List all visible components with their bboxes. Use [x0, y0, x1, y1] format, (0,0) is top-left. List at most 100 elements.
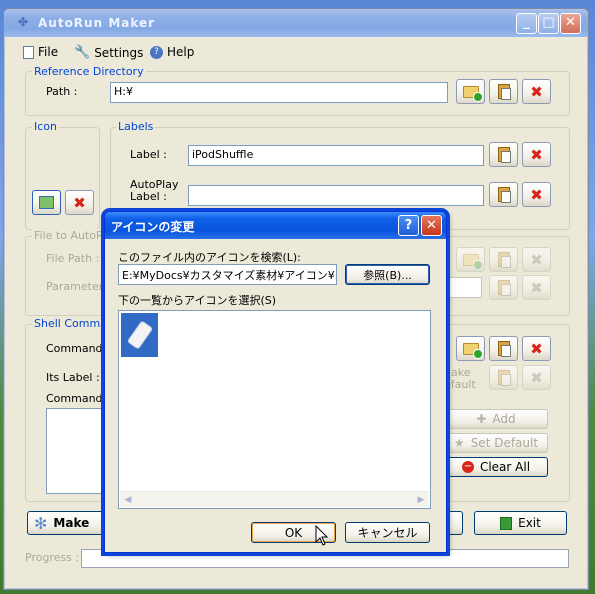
ipod-shuffle-icon [126, 320, 153, 350]
exit-icon [500, 516, 513, 530]
autoplay-clear-button[interactable]: ✖ [522, 182, 551, 207]
delete-icon: ✖ [530, 278, 543, 297]
horizontal-scrollbar[interactable]: ◀ ▶ [120, 491, 429, 507]
maximize-button[interactable]: □ [538, 13, 559, 34]
command-listbox[interactable] [46, 408, 108, 494]
close-button[interactable]: ✕ [560, 13, 581, 34]
dialog-title: アイコンの変更 [111, 220, 195, 234]
menu-settings[interactable]: 🔧 Settings [74, 45, 143, 60]
command-paste-button[interactable] [489, 336, 518, 361]
delete-icon: ✖ [73, 193, 86, 212]
progress-label: Progress : [25, 551, 80, 564]
file-clear-button[interactable]: ✖ [522, 247, 551, 272]
command-label: Command : [46, 342, 110, 355]
paste-icon [497, 341, 511, 357]
its-label-label: Its Label : [46, 371, 100, 384]
label-label: Label : [130, 148, 167, 161]
exit-button[interactable]: Exit [474, 511, 567, 535]
make-label: Make [53, 516, 90, 530]
label-clear-button[interactable]: ✖ [522, 142, 551, 167]
parameters-input[interactable] [444, 277, 482, 298]
delete-icon: ✖ [530, 145, 543, 164]
icon-clear-button[interactable]: ✖ [65, 190, 94, 215]
command-clear-button[interactable]: ✖ [522, 336, 551, 361]
delete-icon: ✖ [530, 339, 543, 358]
icon-list-item[interactable] [121, 313, 158, 357]
path-input[interactable]: H:¥ [110, 82, 448, 103]
search-file-label: このファイル内のアイコンを検索(L): [118, 251, 301, 264]
app-icon: ✤ [18, 15, 29, 29]
labels-group-title: Labels [116, 120, 156, 133]
path-paste-button[interactable] [489, 79, 518, 104]
paste-icon [497, 187, 511, 203]
scroll-right-arrow[interactable]: ▶ [413, 492, 429, 508]
dialog-help-button[interactable]: ? [398, 215, 419, 236]
delete-icon: ✖ [530, 368, 543, 387]
path-label: Path : [46, 85, 78, 98]
menu-file-label: File [38, 45, 59, 59]
icon-change-button[interactable] [32, 190, 61, 215]
paste-icon [497, 84, 511, 100]
path-browse-button[interactable] [456, 79, 485, 104]
delete-icon: ✖ [530, 82, 543, 101]
scroll-left-arrow[interactable]: ◀ [120, 492, 136, 508]
no-entry-icon: − [461, 461, 474, 473]
command-list-label: Command L [46, 392, 113, 405]
icon-group-title: Icon [32, 120, 59, 133]
browse-label: 参照(B)... [363, 268, 412, 282]
main-titlebar[interactable]: ✤ AutoRun Maker _ □ ✕ [4, 9, 588, 37]
file-to-autorun-title: File to AutoRu [32, 229, 113, 242]
reference-directory-title: Reference Directory [32, 65, 146, 78]
star-icon: ★ [453, 436, 465, 450]
cancel-button[interactable]: キャンセル [345, 522, 430, 543]
mouse-cursor-icon [315, 525, 329, 546]
icon-list-label: 下の一覧からアイコンを選択(S) [118, 294, 277, 307]
document-icon [23, 45, 34, 59]
param-paste-button[interactable] [489, 275, 518, 300]
dialog-titlebar[interactable]: アイコンの変更 ? ✕ [105, 212, 446, 239]
its-label-paste-button[interactable] [489, 365, 518, 390]
picture-icon [39, 196, 54, 209]
wrench-icon: 🔧 [74, 45, 91, 60]
browse-button[interactable]: 参照(B)... [345, 264, 430, 285]
command-browse-button[interactable] [456, 336, 485, 361]
paste-icon [497, 252, 511, 268]
folder-add-icon [462, 342, 483, 359]
add-label: Add [492, 412, 516, 426]
delete-icon: ✖ [530, 250, 543, 269]
autoplay-label-input[interactable] [188, 185, 484, 206]
label-input[interactable]: iPodShuffle [188, 145, 484, 166]
menu-file[interactable]: File [23, 45, 58, 59]
menu-help-label: Help [167, 45, 195, 59]
file-paste-button[interactable] [489, 247, 518, 272]
icon-listbox[interactable]: ◀ ▶ [118, 310, 431, 509]
folder-add-icon [462, 85, 483, 102]
paste-icon [497, 280, 511, 296]
menu-help[interactable]: ? Help [150, 45, 194, 59]
autoplay-paste-button[interactable] [489, 182, 518, 207]
icon-file-path-input[interactable]: E:¥MyDocs¥カスタマイズ素材¥アイコン¥ハー [118, 264, 337, 285]
make-default-line2: efault [444, 378, 476, 391]
minimize-button[interactable]: _ [516, 13, 537, 34]
cancel-label: キャンセル [357, 526, 418, 540]
change-icon-dialog: アイコンの変更 ? ✕ このファイル内のアイコンを検索(L): E:¥MyDoc… [104, 211, 447, 553]
help-icon: ? [150, 45, 163, 59]
ok-label: OK [284, 525, 303, 540]
file-path-label: File Path : [46, 252, 100, 265]
add-button[interactable]: ✚ Add [444, 409, 548, 429]
param-clear-button[interactable]: ✖ [522, 275, 551, 300]
clear-all-button[interactable]: − Clear All [444, 457, 548, 477]
dialog-close-button[interactable]: ✕ [421, 215, 442, 236]
set-default-label: Set Default [470, 436, 539, 450]
its-label-clear-button[interactable]: ✖ [522, 365, 551, 390]
window-title: AutoRun Maker [38, 16, 156, 30]
folder-icon [462, 253, 483, 270]
file-browse-button[interactable] [456, 247, 485, 272]
set-default-button[interactable]: ★ Set Default [444, 433, 548, 453]
paste-icon [497, 147, 511, 163]
paste-icon [497, 370, 511, 386]
clear-all-label: Clear All [479, 460, 531, 474]
path-clear-button[interactable]: ✖ [522, 79, 551, 104]
exit-label: Exit [518, 516, 541, 530]
label-paste-button[interactable] [489, 142, 518, 167]
